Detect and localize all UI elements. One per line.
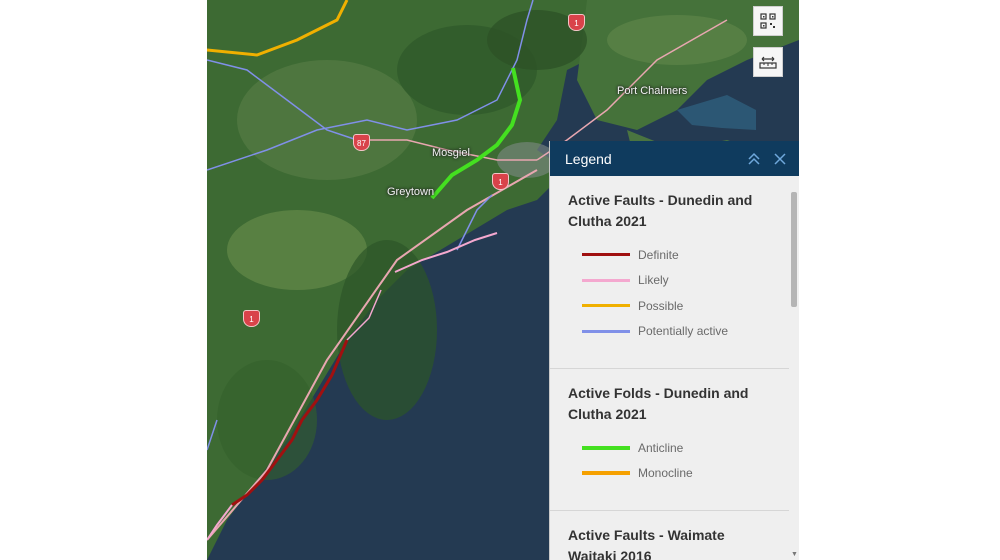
select-tool-button[interactable] — [753, 6, 783, 36]
legend-entry-label: Monocline — [638, 466, 693, 481]
legend-entry: Possible — [568, 293, 771, 319]
qr-select-icon — [760, 13, 776, 29]
legend-layer: Active Faults - Waimate Waitaki 2016 — [550, 511, 789, 560]
highway-shield: 1 — [492, 173, 509, 190]
place-label-mosgiel: Mosgiel — [432, 147, 470, 159]
place-label-port-chalmers: Port Chalmers — [617, 85, 688, 97]
close-icon — [774, 152, 786, 165]
line-swatch — [582, 445, 630, 450]
place-label-greytown: Greytown — [387, 186, 435, 198]
line-swatch — [582, 471, 630, 476]
scrollbar-thumb[interactable] — [791, 192, 797, 307]
legend-scrollbar[interactable]: ▼ — [789, 176, 799, 560]
measure-tool-button[interactable] — [753, 47, 783, 77]
layer-title: Active Faults - Waimate Waitaki 2016 — [568, 527, 725, 560]
highway-shield: 1 — [568, 14, 585, 31]
legend-panel: Legend Active Faults - Dunedin and Cluth… — [549, 141, 799, 560]
highway-shield: 87 — [353, 134, 370, 151]
legend-entry-label: Definite — [638, 247, 679, 262]
close-button[interactable] — [771, 150, 789, 168]
legend-header: Legend — [550, 141, 799, 176]
legend-entry-label: Potentially active — [638, 324, 729, 339]
legend-title: Legend — [565, 150, 612, 167]
scroll-down-arrow-icon[interactable]: ▼ — [791, 551, 798, 558]
layer-title: Active Folds - Dunedin and Clutha 2021 — [568, 385, 749, 422]
legend-entry-label: Possible — [638, 298, 684, 313]
line-swatch — [582, 304, 630, 308]
legend-entry: Potentially active — [568, 319, 771, 345]
legend-entry-label: Anticline — [638, 440, 684, 455]
legend-entry: Monocline — [568, 461, 771, 487]
line-swatch — [582, 253, 630, 257]
legend-entry-label: Likely — [638, 273, 669, 288]
legend-layer: Active Faults - Dunedin and Clutha 2021 … — [550, 176, 789, 369]
layer-title: Active Faults - Dunedin and Clutha 2021 — [568, 192, 753, 229]
legend-entry: Definite — [568, 242, 771, 268]
legend-entry: Anticline — [568, 435, 771, 461]
line-swatch — [582, 278, 630, 282]
double-chevron-up-icon — [748, 152, 760, 165]
collapse-button[interactable] — [745, 150, 763, 168]
measure-icon — [759, 56, 777, 69]
line-swatch — [582, 329, 630, 333]
legend-body: Active Faults - Dunedin and Clutha 2021 … — [550, 176, 789, 560]
highway-shield: 1 — [243, 310, 260, 327]
legend-layer: Active Folds - Dunedin and Clutha 2021 A… — [550, 369, 789, 511]
legend-entry: Likely — [568, 268, 771, 294]
